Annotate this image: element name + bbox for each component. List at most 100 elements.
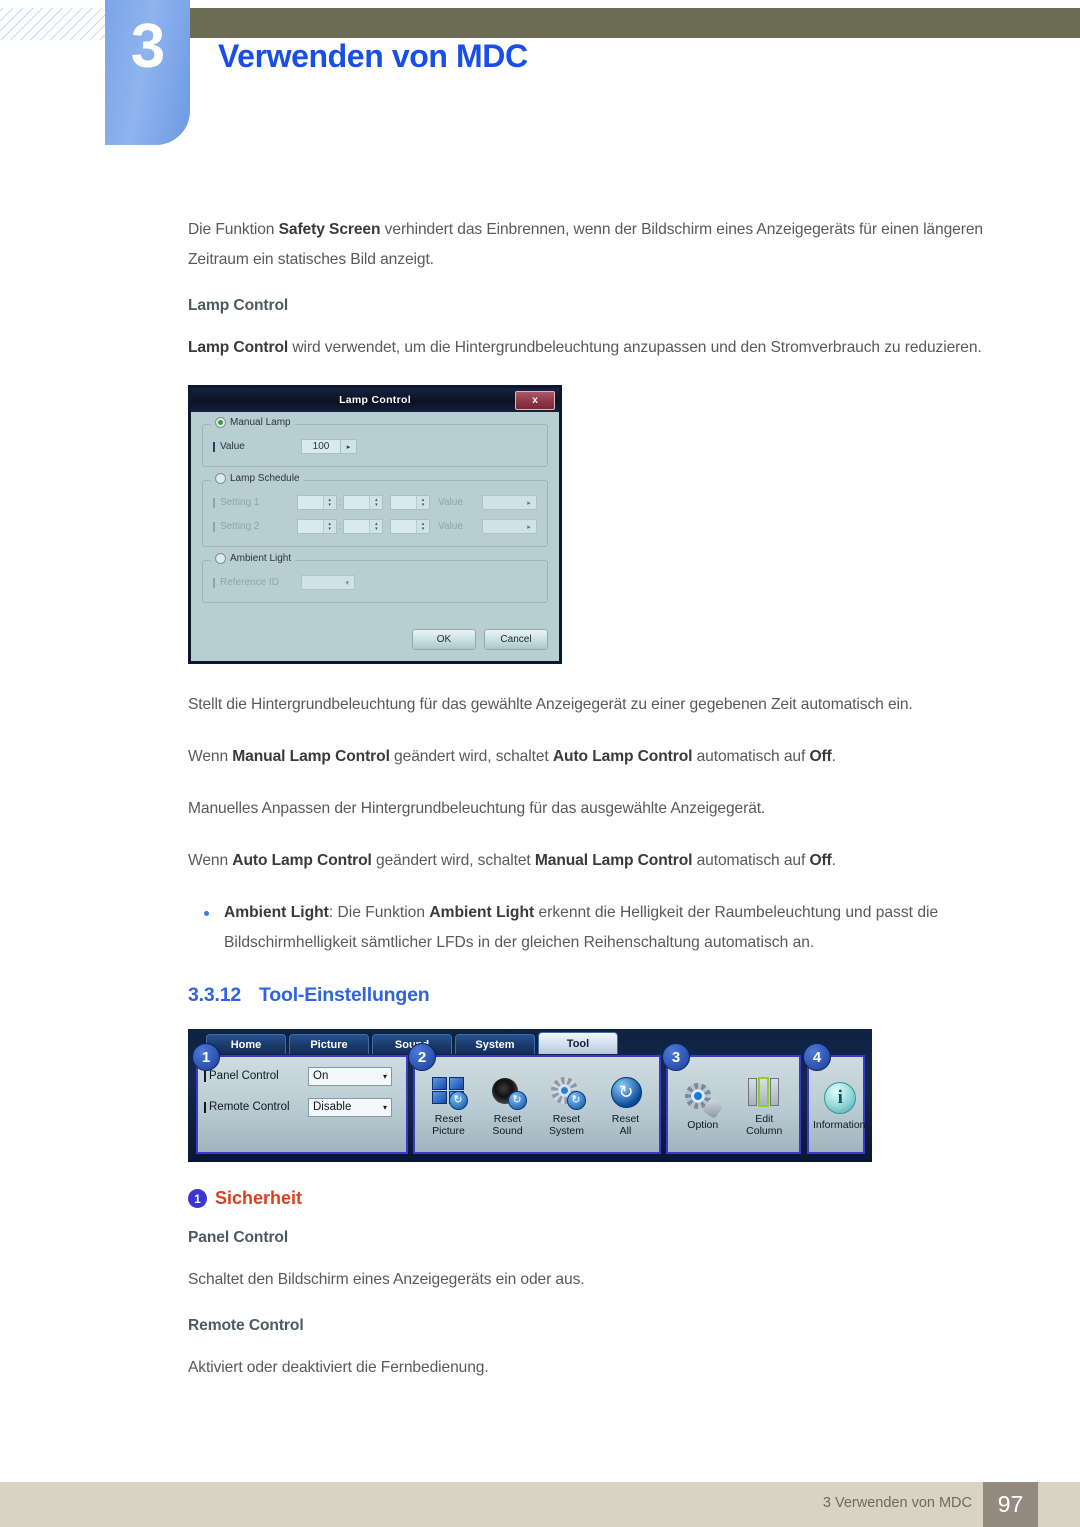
- reset-picture-icon: ↻: [430, 1075, 468, 1111]
- heading-remote-control: Remote Control: [188, 1317, 304, 1334]
- refresh-badge-icon: ↻: [448, 1090, 468, 1110]
- setting2-minute-spinner[interactable]: ▴ ▾: [343, 519, 384, 534]
- footer-chapter-text: 3 Verwenden von MDC: [822, 1495, 972, 1511]
- lamp-schedule-group-label: Lamp Schedule: [211, 473, 304, 484]
- ambient-light-radio[interactable]: [215, 553, 226, 564]
- value-arrow-icon[interactable]: ▸: [340, 440, 356, 453]
- setting1-row: Setting 1 ▴ ▾ : ▴ ▾ ▴ ▾ Value ▸: [213, 494, 538, 511]
- time-colon-1: :: [338, 497, 342, 508]
- spinner-arrows-icon[interactable]: ▴ ▾: [322, 520, 336, 533]
- setting2-label: Setting 2: [213, 521, 297, 532]
- annotation-heading-sicherheit: 1 Sicherheit: [188, 1188, 1012, 1209]
- dialog-title: Lamp Control: [339, 394, 411, 406]
- reference-id-row: Reference ID ▾: [213, 574, 537, 591]
- after-dialog-paragraph-3: Manuelles Anpassen der Hintergrundbeleuc…: [188, 800, 766, 817]
- dialog-body: Manual Lamp Value 100 ▸ Lamp Schedule Se…: [191, 412, 559, 622]
- option-caption: Option: [687, 1118, 719, 1131]
- label-tick-icon: [213, 441, 215, 452]
- close-icon[interactable]: x: [515, 391, 555, 410]
- panel-control-row: Panel Control On ▾: [204, 1064, 406, 1088]
- tab-tool[interactable]: Tool: [538, 1032, 618, 1054]
- ambient-light-group: Ambient Light Reference ID ▾: [202, 553, 548, 603]
- value-arrow-icon[interactable]: ▸: [522, 523, 536, 531]
- information-icon-grid: i Information: [809, 1057, 866, 1152]
- cancel-button[interactable]: Cancel: [484, 629, 548, 650]
- lamp-schedule-group: Lamp Schedule Setting 1 ▴ ▾ : ▴ ▾ ▴ ▾ Value…: [202, 473, 548, 547]
- reset-icon-grid: ↻ Reset Picture ↻ Reset Sound ↻ Reset Sy…: [415, 1057, 659, 1152]
- manual-lamp-radio[interactable]: [215, 417, 226, 428]
- spinner-arrows-icon[interactable]: ▴ ▾: [369, 520, 383, 533]
- edit-column-icon: [745, 1075, 783, 1111]
- tab-system[interactable]: System: [455, 1034, 535, 1054]
- setting2-value-field[interactable]: ▸: [481, 519, 538, 534]
- value-label: Value: [213, 441, 301, 452]
- spinner-arrows-icon[interactable]: ▴ ▾: [416, 520, 430, 533]
- information-button[interactable]: i Information: [813, 1081, 866, 1131]
- annotation-title: Sicherheit: [215, 1188, 303, 1208]
- bullet-dot-icon: [204, 898, 224, 958]
- remote-control-value: Disable: [313, 1101, 352, 1113]
- label-tick-icon: [213, 577, 215, 588]
- setting2-second-spinner[interactable]: ▴ ▾: [390, 519, 431, 534]
- heading-lamp-control: Lamp Control: [188, 297, 289, 314]
- setting1-hour-spinner[interactable]: ▴ ▾: [296, 495, 337, 510]
- bullet-ambient-light: Ambient Light: Die Funktion Ambient Ligh…: [188, 898, 1012, 958]
- reference-id-dropdown[interactable]: ▾: [301, 575, 355, 590]
- setting1-label: Setting 1: [213, 497, 297, 508]
- heading-panel-control: Panel Control: [188, 1229, 289, 1246]
- panel-control-value: On: [313, 1070, 329, 1082]
- intro-paragraph: Die Funktion Safety Screen verhindert da…: [188, 215, 1012, 275]
- information-icon: i: [820, 1081, 858, 1117]
- spinner-arrows-icon[interactable]: ▴ ▾: [322, 496, 336, 509]
- spinner-arrows-icon[interactable]: ▴ ▾: [416, 496, 430, 509]
- setting2-hour-spinner[interactable]: ▴ ▾: [296, 519, 337, 534]
- option-icon: [684, 1081, 723, 1119]
- setting2-value-label: Value: [438, 521, 463, 532]
- reset-system-caption: Reset System: [548, 1112, 584, 1137]
- reset-picture-button[interactable]: ↻ Reset Picture: [420, 1075, 478, 1137]
- reset-all-caption: Reset All: [611, 1112, 640, 1137]
- refresh-icon: ↻: [610, 1076, 642, 1108]
- lamp-control-post: wird verwendet, um die Hintergrundbeleuc…: [288, 339, 982, 356]
- panel-control-dropdown[interactable]: On ▾: [308, 1066, 392, 1086]
- setting1-value-label: Value: [438, 497, 463, 508]
- reference-id-label: Reference ID: [213, 577, 301, 588]
- ok-button[interactable]: OK: [412, 629, 476, 650]
- callout-badge-3: 3: [662, 1043, 690, 1071]
- panel-control-label: Panel Control: [204, 1070, 308, 1082]
- section-number: 3.3.12: [188, 984, 242, 1006]
- reset-sound-button[interactable]: ↻ Reset Sound: [479, 1075, 537, 1137]
- chevron-down-icon: ▾: [345, 579, 349, 587]
- reset-system-button[interactable]: ↻ Reset System: [538, 1075, 596, 1137]
- bullet-ambient-light-text: Ambient Light: Die Funktion Ambient Ligh…: [224, 904, 939, 951]
- value-arrow-icon[interactable]: ▸: [522, 499, 536, 507]
- setting1-second-spinner[interactable]: ▴ ▾: [390, 495, 431, 510]
- dialog-footer: OK Cancel: [191, 622, 559, 661]
- header-olive-bar: [180, 8, 1080, 38]
- chevron-down-icon: ▾: [382, 1071, 387, 1081]
- intro-bold-safety-screen: Safety Screen: [278, 221, 381, 238]
- intro-pre: Die Funktion: [188, 221, 279, 238]
- panel-control-description: Schaltet den Bildschirm eines Anzeigeger…: [188, 1271, 585, 1288]
- setting1-value-field[interactable]: ▸: [481, 495, 538, 510]
- after-dialog-paragraph-1: Stellt die Hintergrundbeleuchtung für da…: [188, 696, 913, 713]
- manual-lamp-value-field[interactable]: 100 ▸: [301, 439, 357, 454]
- remote-control-dropdown[interactable]: Disable ▾: [308, 1097, 392, 1117]
- time-colon-3: :: [338, 521, 342, 532]
- reset-sound-caption: Reset Sound: [492, 1112, 523, 1137]
- tab-picture[interactable]: Picture: [289, 1034, 369, 1054]
- setting1-minute-spinner[interactable]: ▴ ▾: [343, 495, 384, 510]
- spinner-arrows-icon[interactable]: ▴ ▾: [369, 496, 383, 509]
- reset-all-button[interactable]: ↻ Reset All: [597, 1075, 655, 1137]
- option-button[interactable]: Option: [674, 1081, 732, 1131]
- lamp-schedule-radio[interactable]: [215, 473, 226, 484]
- label-tick-icon: [213, 521, 215, 532]
- edit-column-button[interactable]: Edit Column: [735, 1075, 793, 1137]
- label-tick-icon: [204, 1070, 206, 1082]
- reset-picture-caption: Reset Picture: [432, 1112, 465, 1137]
- refresh-badge-icon: ↻: [566, 1090, 586, 1110]
- ambient-light-group-label: Ambient Light: [211, 553, 296, 564]
- remote-control-label: Remote Control: [204, 1101, 308, 1113]
- page-header: 3 Verwenden von MDC: [0, 0, 1080, 160]
- page-title: Verwenden von MDC: [218, 38, 528, 74]
